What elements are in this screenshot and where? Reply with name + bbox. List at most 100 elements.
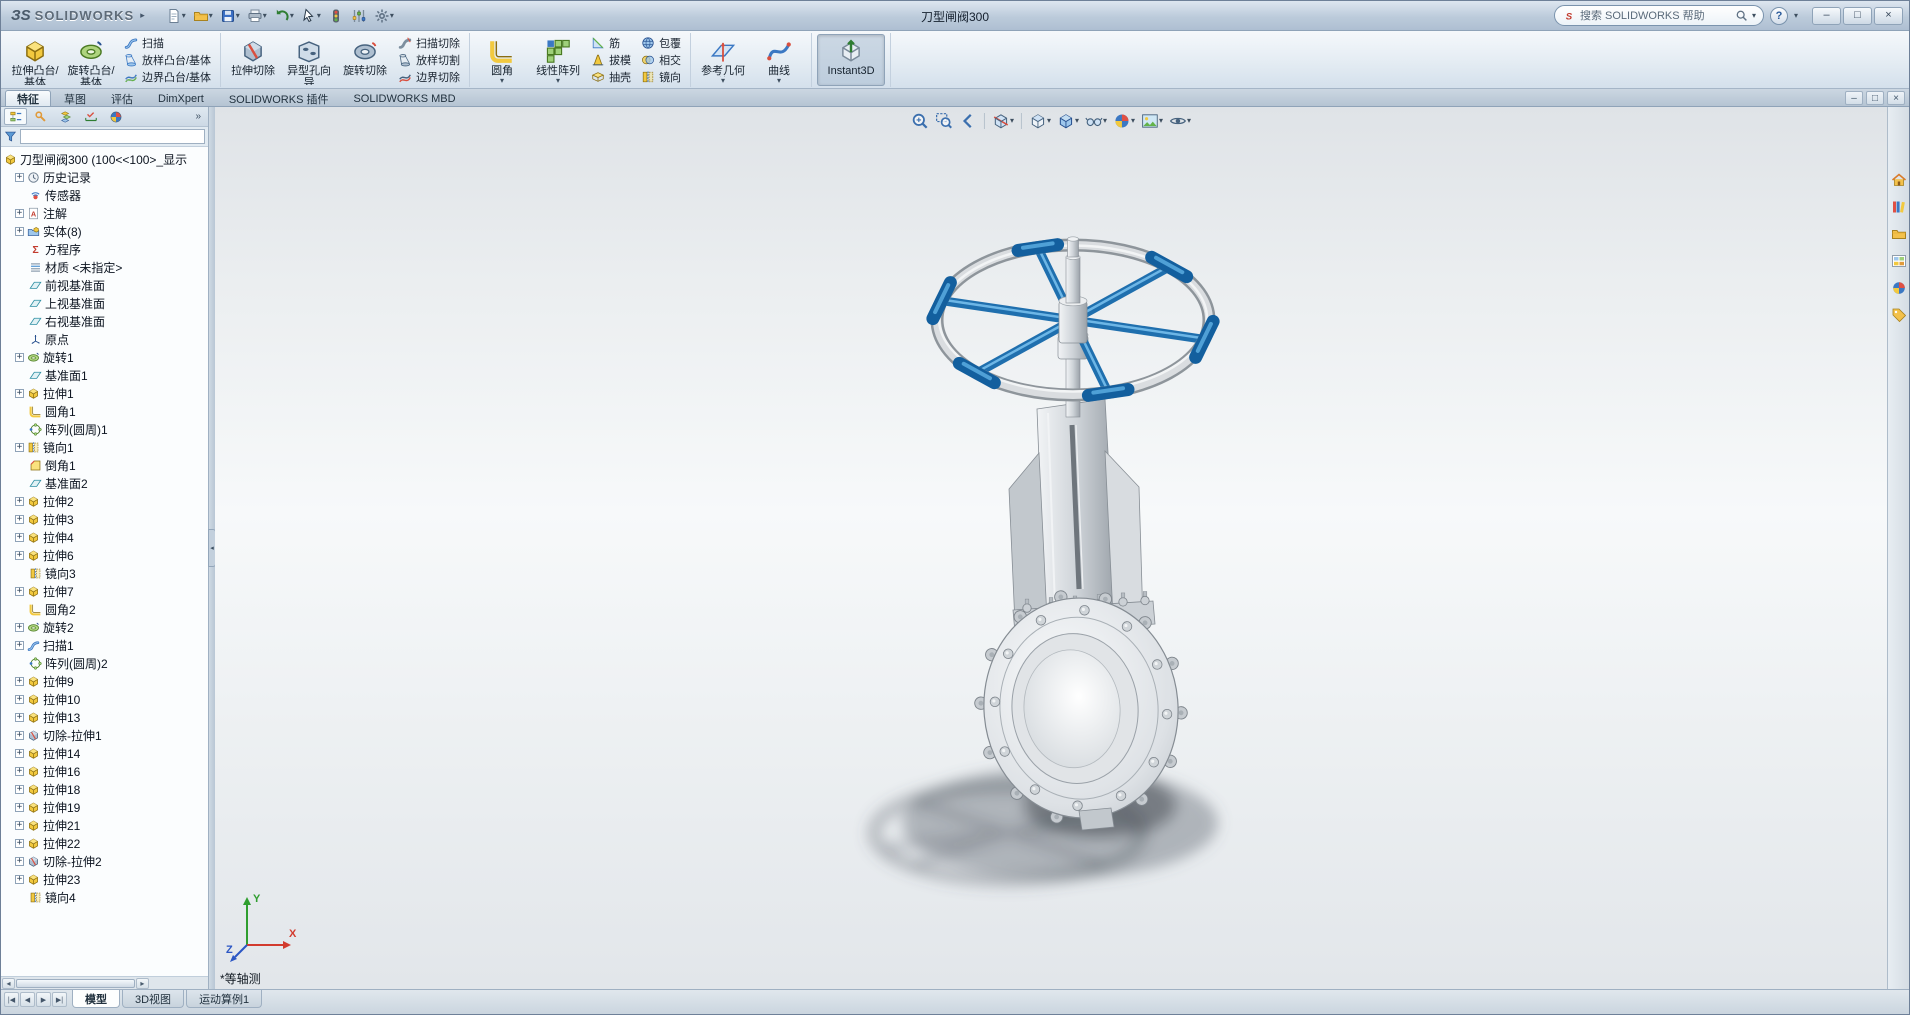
expand-toggle[interactable]: + [15,857,24,866]
tree-item[interactable]: +历史记录 [1,168,208,186]
custom-properties-button[interactable] [1890,306,1908,324]
document-tab-2[interactable]: 3D视图 [122,990,184,1008]
tree-item[interactable]: 右视基准面 [1,312,208,330]
expand-toggle[interactable]: + [15,821,24,830]
rib-button[interactable]: 筋 [587,35,635,52]
file-properties-button[interactable] [348,6,370,26]
tree-item[interactable]: 上视基准面 [1,294,208,312]
boundary-boss-base-button[interactable]: 边界凸台/基体 [120,68,215,85]
tree-item[interactable]: +拉伸3 [1,510,208,528]
tree-item[interactable]: +拉伸7 [1,582,208,600]
tree-item[interactable]: +拉伸23 [1,870,208,888]
revolved-cut-button[interactable]: 旋转切除 [338,34,392,86]
close-document-button[interactable]: × [1887,91,1905,105]
restore-document-button[interactable]: □ [1866,91,1884,105]
rebuild-button[interactable] [325,6,347,26]
options-button[interactable]: ▾ [371,6,397,26]
appearances-scenes-button[interactable] [1890,279,1908,297]
maximize-window-button[interactable]: □ [1843,7,1872,25]
expand-toggle[interactable]: + [15,353,24,362]
expand-toggle[interactable]: + [15,497,24,506]
expand-toggle[interactable]: + [15,749,24,758]
tree-item[interactable]: +拉伸4 [1,528,208,546]
expand-toggle[interactable]: + [15,839,24,848]
swept-cut-button[interactable]: 扫描切除 [394,35,464,52]
tree-item[interactable]: +旋转1 [1,348,208,366]
print-button[interactable]: ▾ [244,6,270,26]
expand-toggle[interactable]: + [15,875,24,884]
swept-boss-base-button[interactable]: 扫描 [120,35,215,52]
view-orientation-button[interactable]: ▾ [1027,110,1053,132]
wrap-button[interactable]: 包覆 [637,35,685,52]
tree-item[interactable]: 基准面1 [1,366,208,384]
tree-item[interactable]: +扫描1 [1,636,208,654]
ribbon-tab-1[interactable]: 特征 [5,90,51,106]
design-library-button[interactable] [1890,198,1908,216]
undo-button[interactable]: ▾ [271,6,297,26]
tree-item[interactable]: +拉伸13 [1,708,208,726]
tree-item[interactable]: +拉伸10 [1,690,208,708]
close-window-button[interactable]: × [1874,7,1903,25]
next-tab-button[interactable]: ▶ [36,992,51,1007]
draft-button[interactable]: 拔模 [587,52,635,69]
lofted-boss-base-button[interactable]: 放样凸台/基体 [120,52,215,69]
view-settings-button[interactable]: ▾ [1167,110,1193,132]
tree-item[interactable]: 镜向4 [1,888,208,906]
help-dropdown-icon[interactable]: ▾ [1794,12,1798,20]
tree-item[interactable]: +拉伸1 [1,384,208,402]
expand-toggle[interactable]: + [15,641,24,650]
section-view-button[interactable]: ▾ [990,110,1016,132]
file-explorer-button[interactable] [1890,225,1908,243]
linear-pattern-button[interactable]: 线性阵列▾ [531,34,585,86]
expand-toggle[interactable]: + [15,713,24,722]
boundary-cut-button[interactable]: 边界切除 [394,68,464,85]
search-icon[interactable] [1735,9,1748,22]
propertymanager-tab[interactable] [29,108,52,125]
tree-item[interactable]: 镜向3 [1,564,208,582]
featuremanager-design-tree-tab[interactable] [4,108,27,125]
expand-toggle[interactable]: + [15,227,24,236]
document-tab-3[interactable]: 运动算例1 [186,990,262,1008]
tree-item[interactable]: 圆角1 [1,402,208,420]
ribbon-tab-2[interactable]: 草图 [52,90,98,106]
tree-item[interactable]: +镜向1 [1,438,208,456]
mirror-button[interactable]: 镜向 [637,68,685,85]
tree-item[interactable]: +旋转2 [1,618,208,636]
search-dropdown-icon[interactable]: ▾ [1752,12,1756,20]
tree-item[interactable]: +拉伸22 [1,834,208,852]
view-palette-button[interactable] [1890,252,1908,270]
search-input[interactable] [1580,10,1731,22]
tree-item[interactable]: 传感器 [1,186,208,204]
edit-appearance-button[interactable]: ▾ [1111,110,1137,132]
tree-item[interactable]: 阵列(圆周)2 [1,654,208,672]
zoom-to-area-button[interactable] [933,110,955,132]
tree-root-item[interactable]: 刀型闸阀300 (100<<100>_显示 [1,150,208,168]
tree-horizontal-scrollbar[interactable]: ◂ ▸ [1,976,208,989]
expand-toggle[interactable]: + [15,443,24,452]
expand-toggle[interactable]: + [15,533,24,542]
tree-item[interactable]: +A注解 [1,204,208,222]
expand-toggle[interactable]: + [15,551,24,560]
tree-item[interactable]: 圆角2 [1,600,208,618]
ribbon-tab-3[interactable]: 评估 [99,90,145,106]
menu-expand-icon[interactable]: ▸ [138,8,147,23]
prev-tab-button[interactable]: ◀ [20,992,35,1007]
tree-item[interactable]: +实体(8) [1,222,208,240]
tree-item[interactable]: 阵列(圆周)1 [1,420,208,438]
lofted-cut-button[interactable]: 放样切割 [394,52,464,69]
expand-toggle[interactable]: + [15,695,24,704]
solidworks-resources-button[interactable] [1890,171,1908,189]
apply-scene-button[interactable]: ▾ [1139,110,1165,132]
document-tab-1[interactable]: 模型 [72,990,120,1008]
curves-button[interactable]: 曲线▾ [752,34,806,86]
tree-item[interactable]: +拉伸14 [1,744,208,762]
expand-toggle[interactable]: + [15,587,24,596]
expand-toggle[interactable]: + [15,623,24,632]
expand-toggle[interactable]: + [15,173,24,182]
tree-item[interactable]: +拉伸2 [1,492,208,510]
tree-item[interactable]: 基准面2 [1,474,208,492]
tree-filter-input[interactable] [20,129,205,144]
displaymanager-tab[interactable] [104,108,127,125]
expand-toggle[interactable]: + [15,515,24,524]
tree-item[interactable]: +拉伸18 [1,780,208,798]
